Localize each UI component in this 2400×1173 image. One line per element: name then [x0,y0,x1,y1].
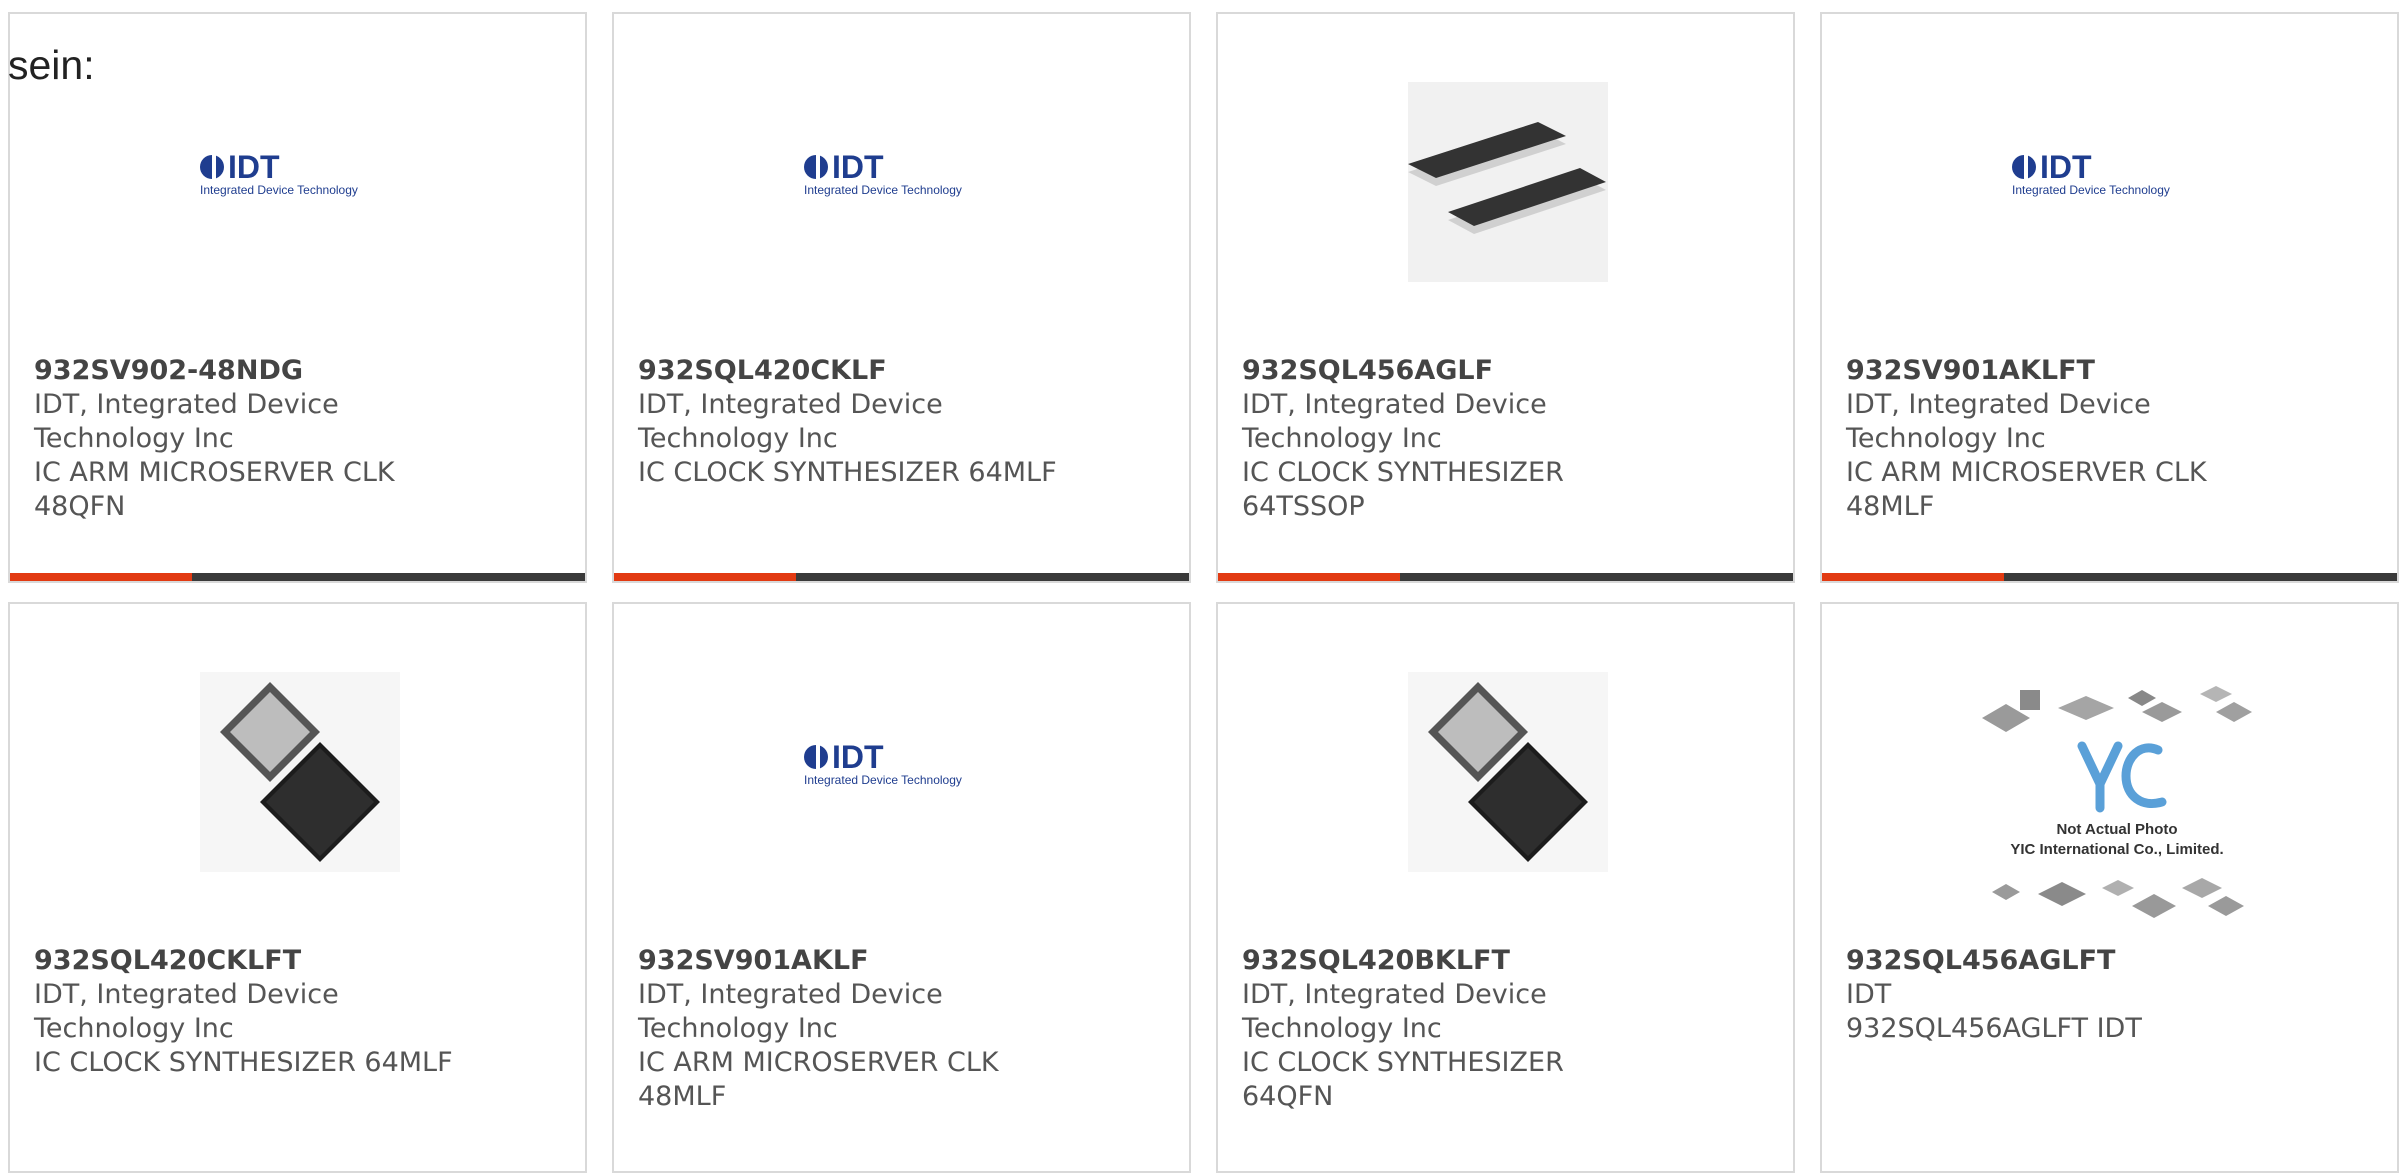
svg-text:IDT: IDT [228,149,280,185]
product-card[interactable]: IDT Integrated Device Technology 932SV90… [612,602,1191,1173]
intro-text: sein: [8,42,95,88]
product-image[interactable]: Not Actual Photo YIC International Co., … [1982,684,2252,924]
product-card[interactable]: IDT Integrated Device Technology 932SQL4… [612,12,1191,583]
description: IC ARM MICROSERVER CLK 48QFN [34,457,395,522]
part-number[interactable]: 932SQL420CKLF [638,354,1058,388]
manufacturer: IDT, Integrated Device Technology Inc [34,979,339,1044]
svg-text:Integrated Device Technology: Integrated Device Technology [2012,183,2170,197]
part-number[interactable]: 932SQL456AGLF [1242,354,1662,388]
product-image[interactable]: IDT Integrated Device Technology [804,82,1004,282]
product-card[interactable]: IDT Integrated Device Technology 932SV90… [1820,12,2399,583]
manufacturer: IDT, Integrated Device Technology Inc [34,389,339,454]
product-image[interactable] [1408,82,1608,282]
yic-placeholder-icon: Not Actual Photo YIC International Co., … [1982,686,2252,918]
card-accent-bar [10,573,585,581]
card-accent-bar [1218,573,1793,581]
idt-logo-icon: IDT Integrated Device Technology [804,149,962,197]
product-card[interactable]: IDT Integrated Device Technology 932SV90… [8,12,587,583]
part-number[interactable]: 932SQL420BKLFT [1242,944,1662,978]
manufacturer: IDT, Integrated Device Technology Inc [1242,979,1547,1044]
svg-text:Integrated Device Technology: Integrated Device Technology [804,183,962,197]
svg-text:Integrated Device Technology: Integrated Device Technology [804,773,962,787]
manufacturer: IDT, Integrated Device Technology Inc [1242,389,1547,454]
product-image[interactable]: IDT Integrated Device Technology [200,82,400,282]
part-number[interactable]: 932SV901AKLFT [1846,354,2266,388]
description: 932SQL456AGLFT IDT [1846,1013,2142,1044]
qfn-chip-icon [200,672,400,872]
product-image[interactable] [200,672,400,872]
manufacturer: IDT [1846,979,1892,1010]
product-card[interactable]: 932SQL456AGLF IDT, Integrated Device Tec… [1216,12,1795,583]
svg-text:Not Actual Photo: Not Actual Photo [2056,821,2177,838]
idt-logo-icon: IDT Integrated Device Technology [2012,149,2170,197]
svg-text:YIC International Co., Limited: YIC International Co., Limited. [2010,841,2223,858]
description: IC CLOCK SYNTHESIZER 64TSSOP [1242,457,1564,522]
part-number[interactable]: 932SQL420CKLFT [34,944,454,978]
product-card[interactable]: 932SQL420BKLFT IDT, Integrated Device Te… [1216,602,1795,1173]
card-accent-bar [1822,573,2397,581]
part-number[interactable]: 932SV902-48NDG [34,354,454,388]
svg-text:IDT: IDT [2040,149,2092,185]
card-accent-bar [614,573,1189,581]
qfn-chip-icon [1408,672,1608,872]
product-image[interactable]: IDT Integrated Device Technology [804,672,1004,872]
idt-logo-icon: IDT Integrated Device Technology [200,149,358,197]
part-number[interactable]: 932SQL456AGLFT [1846,944,2266,978]
part-number[interactable]: 932SV901AKLF [638,944,1058,978]
svg-text:Integrated Device Technology: Integrated Device Technology [200,183,358,197]
svg-text:IDT: IDT [832,739,884,775]
product-image[interactable] [1408,672,1608,872]
description: IC CLOCK SYNTHESIZER 64MLF [34,1047,453,1078]
product-card[interactable]: Not Actual Photo YIC International Co., … [1820,602,2399,1173]
idt-logo-icon: IDT Integrated Device Technology [804,739,962,787]
description: IC ARM MICROSERVER CLK 48MLF [638,1047,999,1112]
product-card[interactable]: 932SQL420CKLFT IDT, Integrated Device Te… [8,602,587,1173]
product-image[interactable]: IDT Integrated Device Technology [2012,82,2212,282]
manufacturer: IDT, Integrated Device Technology Inc [1846,389,2151,454]
product-grid: IDT Integrated Device Technology 932SV90… [8,12,2399,1173]
svg-text:IDT: IDT [832,149,884,185]
description: IC CLOCK SYNTHESIZER 64QFN [1242,1047,1564,1112]
manufacturer: IDT, Integrated Device Technology Inc [638,979,943,1044]
tssop-chip-icon [1408,82,1608,282]
manufacturer: IDT, Integrated Device Technology Inc [638,389,943,454]
description: IC CLOCK SYNTHESIZER 64MLF [638,457,1057,488]
description: IC ARM MICROSERVER CLK 48MLF [1846,457,2207,522]
